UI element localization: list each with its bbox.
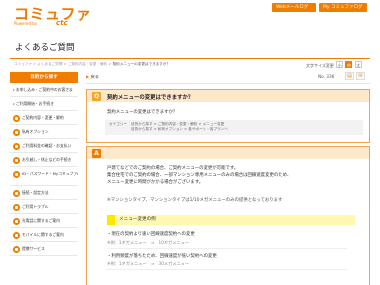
back-link-label: 戻る [90,74,99,79]
sidebar-item-label: 提携サービス [22,246,45,251]
answer-body: 戸建てなどでのご契約の場合、ご契約メニューの変更が可能です。 集合住宅でのご契約… [107,165,291,186]
font-size-label: 文字サイズ変更 [306,63,334,68]
answer-header: A [87,147,369,159]
share-icon[interactable]: ✉ [356,72,365,80]
document-icon [13,114,20,122]
main-divider [86,83,370,84]
key-icon [13,171,20,178]
sidebar-item[interactable]: 光電話に関するご案内 [10,214,78,228]
breadcrumb-item[interactable]: コミュファ [14,62,32,66]
sidebar-item-label: モバイルに関するご案内 [22,232,64,237]
example-item-detail: ※例：1ギガメニュー ⇒ 30メガメニュー [107,261,190,266]
sidebar-item[interactable]: 提携サービス [10,242,78,256]
question-header: Q 契約メニューの変更はできますか？ [87,90,369,102]
example-divider [107,248,347,249]
question-text: 契約メニューの変更はできますか？ [107,110,178,115]
sidebar-item[interactable]: モバイルに関するご案内 [10,228,78,242]
sidebar-item[interactable]: ▸ご利用開始・お手続き [10,97,78,111]
category-path[interactable]: 目的から探す > 私有オプション > 各サポート・各プランへ [131,127,228,131]
my-commufa-login-button[interactable]: My コミュファログイン [319,3,367,19]
sidebar: 目的から探す ▸お申し込み・ご契約中のお客さま ▸ご利用開始・お手続き ご契約内容・… [10,72,78,285]
page-title: よくあるご質問 [15,43,75,53]
sidebar-item[interactable]: ご利用料金の確認・お支払い [10,139,78,153]
sidebar-item[interactable]: ID・パスワード・MyコミュファID確認 [10,167,78,186]
font-size-medium-button[interactable]: 中 [345,61,353,68]
sidebar-item[interactable]: ご契約内容・変更・解約 [10,111,78,125]
font-size-small-button[interactable]: 小 [336,61,344,68]
answer-box: A 戸建てなどでのご契約の場合、ご契約メニューの変更が可能です。 集合住宅でのご… [86,146,370,285]
sidebar-item-label: 光電話に関するご案内 [22,218,60,223]
breadcrumb-item[interactable]: ご契約内容・変更・解約 [68,62,108,66]
breadcrumb-item[interactable]: よくあるご質問 [37,62,62,66]
sidebar-item[interactable]: ご利用トラブル [10,200,78,214]
sidebar-item[interactable]: 私有オプション [10,125,78,139]
sidebar-item-label: ご利用料金の確認・お支払い [22,143,72,148]
question-badge: Q [92,92,101,101]
faq-number: No. 336 [318,74,335,79]
question-box: Q 契約メニューの変更はできますか？ 契約メニューの変更はできますか？ カテゴリ… [86,89,370,143]
font-size-large-button[interactable]: 大 [354,61,362,68]
example-item-detail: ※例：1ギガメニュー ⇒ 10ギガメニュー [107,240,190,245]
font-size-controls: 文字サイズ変更 小 中 大 [306,61,362,69]
service-icon [13,245,20,253]
sidebar-item-label: ID・パスワード・MyコミュファID確認 [22,171,78,176]
example-heading-marker [107,215,115,225]
answer-note: ※マンションタイプ、マンションタイプは1/10メガメニューのみの提供となっており… [107,198,283,203]
sidebar-item[interactable]: ▸お申し込み・ご契約中のお客さま [10,83,78,97]
sidebar-item-label: ご利用トラブル [22,204,49,209]
commufa-logo[interactable]: コミュファ [14,7,92,22]
phone-icon [13,217,20,225]
question-title: 契約メニューの変更はできますか？ [107,95,194,101]
print-icon[interactable]: ▤ [345,72,354,80]
example-divider [107,269,347,270]
yen-icon [13,142,20,150]
web-mail-login-button[interactable]: Webメールログイン [272,3,316,19]
site-header: コミュファ Powered by ctc Webメールログイン My コミュファ… [0,0,380,28]
option-icon [13,128,20,136]
bullet-icon: ▸ [13,87,15,92]
sidebar-item-label: ご利用開始・お手続き [15,101,54,106]
bullet-icon: ▸ [13,101,15,106]
example-heading-text: メニュー変更の例 [115,215,355,225]
main-content: ▶ 戻る No. 336 ▤ ✉ Q 契約メニューの変更はできますか？ 契約メニ… [86,72,370,285]
sidebar-item-label: ご契約内容・変更・解約 [22,115,64,120]
breadcrumb: コミュファ > よくあるご質問 > ご契約内容・変更・解約 > 契約メニューの変… [14,62,170,67]
answer-line: 戸建てなどでのご契約の場合、ご契約メニューの変更が可能です。 [107,166,239,171]
sidebar-item[interactable]: お引越し・休止などの手続き [10,153,78,167]
example-item-title: ・現在の契約より速い回線速度契約への変更 [107,232,195,237]
home-icon [13,156,20,164]
sidebar-item[interactable]: 接続・設定方法 [10,186,78,200]
example-heading: メニュー変更の例 [107,215,357,225]
sidebar-list: ▸お申し込み・ご契約中のお客さま ▸ご利用開始・お手続き ご契約内容・変更・解約 私有… [10,83,78,256]
sidebar-item-label: お引越し・休止などの手続き [22,157,72,162]
connect-icon [13,189,20,197]
logo-ctc: ctc [56,19,68,27]
mobile-icon [13,231,20,239]
question-category: カテゴリー 目的から探す > ご契約内容・変更・解約 > メニュー変更 目的から探… [105,120,363,135]
category-path[interactable]: 目的から探す > ご契約内容・変更・解約 > メニュー変更 [131,122,224,126]
sidebar-heading: 目的から探す [10,72,78,83]
title-divider [10,58,370,59]
answer-badge: A [92,149,101,158]
sidebar-item-label: 接続・設定方法 [22,190,49,195]
back-link[interactable]: ▶ 戻る [86,74,99,80]
trouble-icon [13,203,20,211]
breadcrumb-current: 契約メニューの変更はできますか？ [112,62,171,66]
example-item-title: ・利用頻度が落ちたため、回線速度が低い契約への変更 [107,254,217,259]
sidebar-item-label: お申し込み・ご契約中のお客さま [15,87,73,92]
answer-line: 集合住宅でのご契約の場合、一部マンション専用メニューのみの場合は回線速度変更のた… [107,173,292,178]
logo-powered-by: Powered by [14,21,38,26]
answer-line: メニュー変更に時間がかかる場合がございます。 [107,180,204,185]
back-arrow-icon: ▶ [86,74,90,79]
sidebar-item-label: 私有オプション [22,129,49,134]
